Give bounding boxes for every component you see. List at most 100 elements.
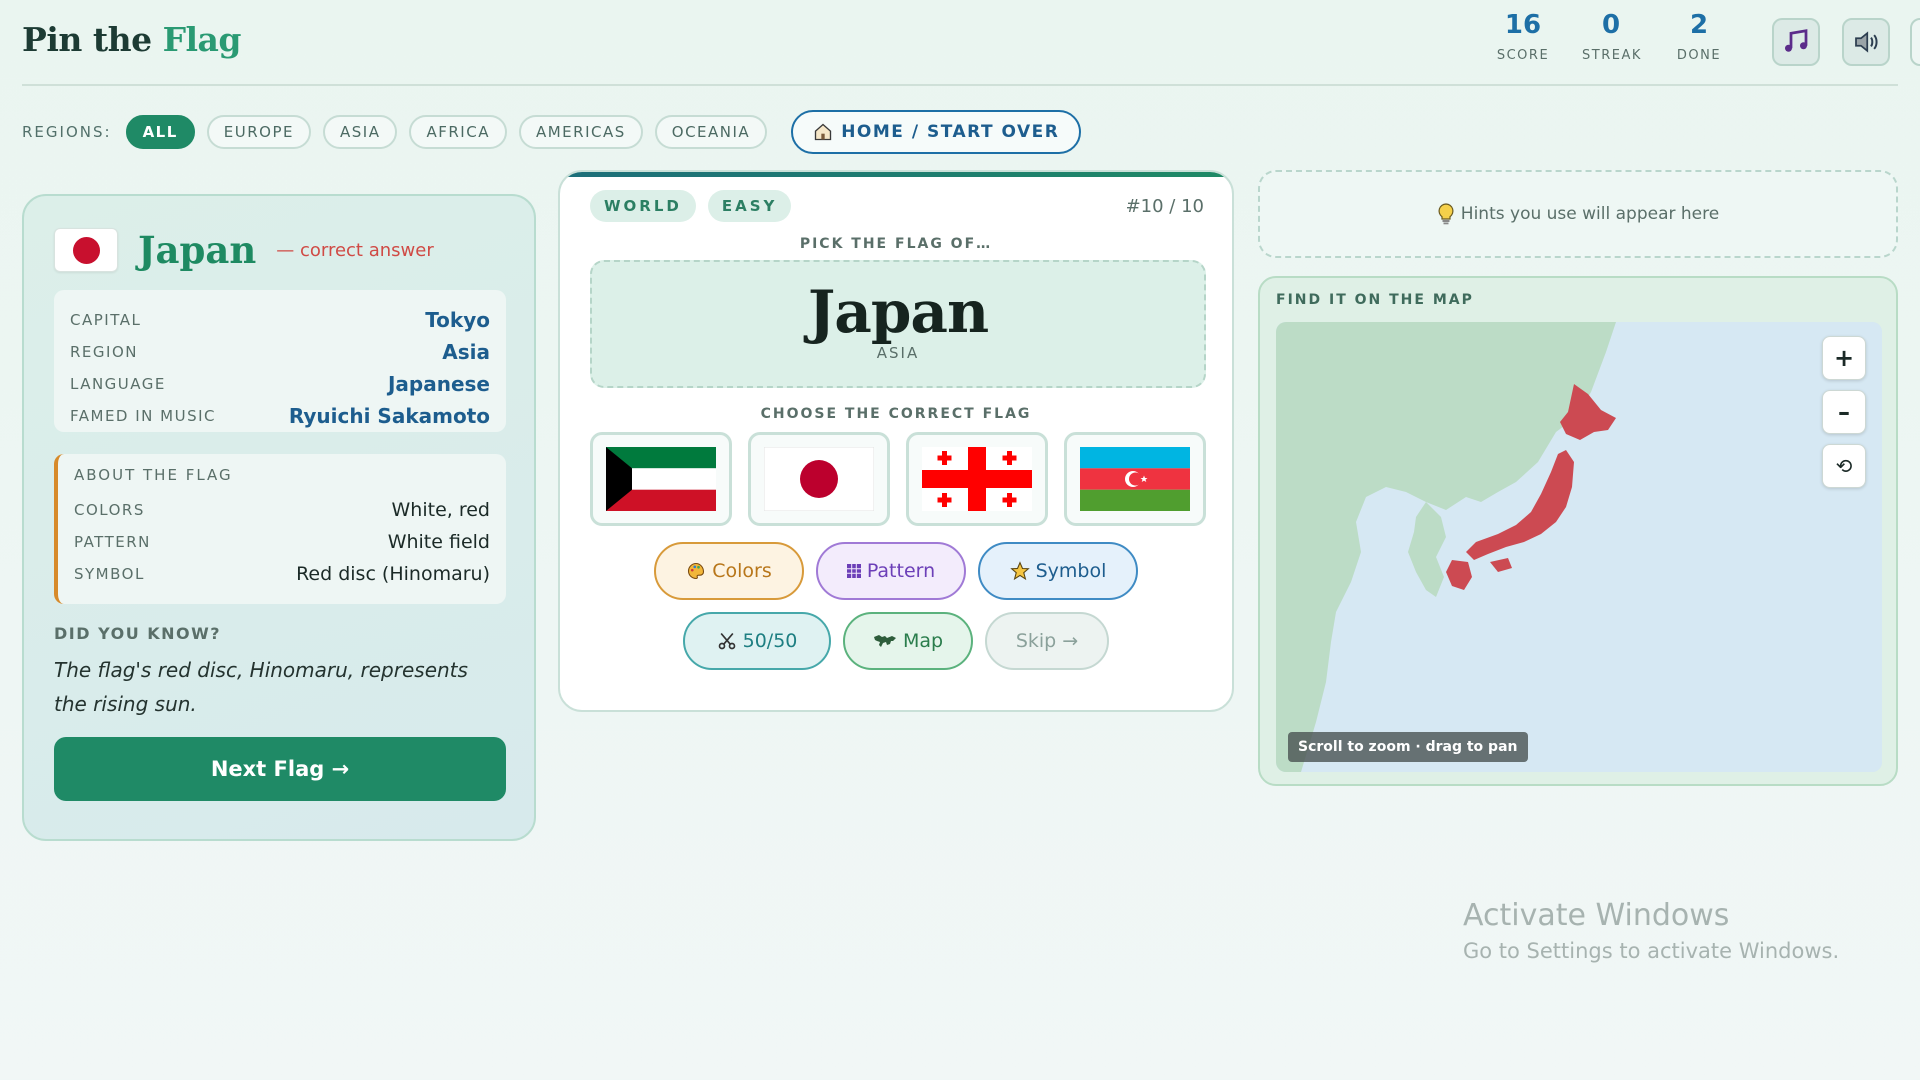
windows-activation-watermark: Activate Windows Go to Settings to activ… [1463,898,1839,963]
streak-label: STREAK [1582,48,1642,63]
fact-value: Tokyo [425,308,490,332]
stats-bar: 16 SCORE 0 STREAK 2 DONE [1494,10,1728,63]
fact-key: CAPITAL [70,311,142,329]
about-the-flag: ABOUT THE FLAG COLORS White, red PATTERN… [54,454,506,604]
home-icon [815,123,832,141]
music-note-icon [1785,29,1808,52]
scissors-icon [718,632,735,650]
region-pill-africa[interactable]: AFRICA [409,115,507,149]
hint-pattern-button[interactable]: Pattern [816,542,966,600]
flag-option-azerbaijan[interactable] [1064,432,1206,526]
app-title: Pin the Flag [22,20,241,59]
palette-icon [688,562,705,580]
fact-key: FAMED IN MUSIC [70,407,217,425]
about-key: COLORS [74,501,145,519]
question-tags: WORLD EASY [590,190,792,222]
fact-row: REGION Asia [70,336,490,368]
grid-icon [846,564,861,578]
hints-panel: Hints you use will appear here [1258,170,1898,258]
flag-option-georgia[interactable] [906,432,1048,526]
hint-colors-label: Colors [712,560,772,582]
pick-label: PICK THE FLAG OF… [799,236,993,252]
about-key: SYMBOL [74,565,145,583]
hint-buttons: Colors Pattern Symbol 50/50 Map Skip → [560,542,1232,670]
fact-value: Asia [442,340,490,364]
watermark-line1: Activate Windows [1463,898,1730,933]
hint-symbol-label: Symbol [1035,560,1107,582]
stat-score: 16 SCORE [1494,10,1552,63]
about-value: Red disc (Hinomaru) [296,563,490,585]
flag-option-japan[interactable] [748,432,890,526]
answer-panel: Japan — correct answer CAPITAL Tokyo REG… [22,194,536,841]
region-pill-americas[interactable]: AMERICAS [518,115,643,149]
about-title: ABOUT THE FLAG [74,466,233,484]
target-region: ASIA [876,344,920,362]
fact-key: REGION [70,343,138,361]
score-label: SCORE [1496,48,1550,63]
question-card: WORLD EASY #10 / 10 PICK THE FLAG OF… Ja… [558,170,1234,712]
card-accent-bar [560,172,1232,177]
about-value: White field [387,531,490,553]
stat-done: 2 DONE [1670,10,1728,63]
app-title-accent: Flag [162,20,242,59]
flag-options [590,432,1206,526]
region-pill-europe[interactable]: EUROPE [206,115,312,149]
watermark-line2: Go to Settings to activate Windows. [1463,939,1840,963]
hint-symbol-button[interactable]: Symbol [978,542,1138,600]
region-pill-asia[interactable]: ASIA [323,115,398,149]
score-value: 16 [1504,10,1542,40]
home-start-over-button[interactable]: HOME / START OVER [791,110,1082,154]
next-flag-button[interactable]: Next Flag → [54,737,506,801]
about-row: COLORS White, red [74,494,490,526]
difficulty-tag: EASY [707,190,792,222]
lightbulb-icon [1438,203,1454,225]
hint-colors-button[interactable]: Colors [654,542,804,600]
star-icon [1009,561,1030,581]
map-panel: FIND IT ON THE MAP + – ⟲ Scroll to zoom … [1258,276,1898,786]
hint-fifty-fifty-button[interactable]: 50/50 [683,612,831,670]
region-pill-all[interactable]: ALL [125,115,195,149]
zoom-out-button[interactable]: – [1822,390,1866,434]
fact-row: LANGUAGE Japanese [70,368,490,400]
answer-header: Japan — correct answer [54,228,434,272]
world-map-icon [873,635,896,647]
fact-row: FAMED IN MUSIC Ryuichi Sakamoto [70,400,490,432]
music-toggle-button[interactable] [1772,18,1820,66]
fact-key: LANGUAGE [70,375,166,393]
region-filter: REGIONS: ALL EUROPE ASIA AFRICA AMERICAS… [22,110,1082,154]
region-pill-oceania[interactable]: OCEANIA [654,115,768,149]
map-viewport[interactable]: + – ⟲ Scroll to zoom · drag to pan [1276,322,1882,772]
mode-tag: WORLD [590,190,696,222]
fullscreen-button[interactable] [1910,18,1920,66]
about-key: PATTERN [74,533,151,551]
done-value: 2 [1689,10,1709,40]
done-label: DONE [1676,48,1722,63]
skip-button[interactable]: Skip → [985,612,1109,670]
streak-value: 0 [1601,10,1621,40]
hint-fifty-label: 50/50 [742,630,798,652]
about-value: White, red [391,499,490,521]
did-you-know: DID YOU KNOW? The flag's red disc, Hinom… [54,624,506,721]
azerbaijan-flag [1080,447,1190,511]
kuwait-flag [606,447,716,511]
choose-label: CHOOSE THE CORRECT FLAG [760,406,1032,422]
flag-option-kuwait[interactable] [590,432,732,526]
hints-panel-text: Hints you use will appear here [1460,204,1720,224]
map-title: FIND IT ON THE MAP [1276,292,1474,308]
home-button-label: HOME / START OVER [841,122,1060,142]
hint-row: Colors Pattern Symbol [654,542,1138,600]
reset-view-button[interactable]: ⟲ [1822,444,1866,488]
japan-flag [764,447,874,511]
zoom-in-button[interactable]: + [1822,336,1866,380]
sound-toggle-button[interactable] [1842,18,1890,66]
hint-map-button[interactable]: Map [843,612,973,670]
answer-country: Japan [138,228,257,272]
did-you-know-text: The flag's red disc, Hinomaru, represent… [54,658,468,716]
app-title-main: Pin the [22,20,163,59]
question-counter: #10 / 10 [1125,196,1204,217]
japan-flag-thumbnail [54,228,118,272]
reset-icon: ⟲ [1835,454,1853,478]
speaker-icon [1855,31,1878,53]
header: Pin the Flag 16 SCORE 0 STREAK 2 DONE [22,0,1920,86]
about-row: PATTERN White field [74,526,490,558]
